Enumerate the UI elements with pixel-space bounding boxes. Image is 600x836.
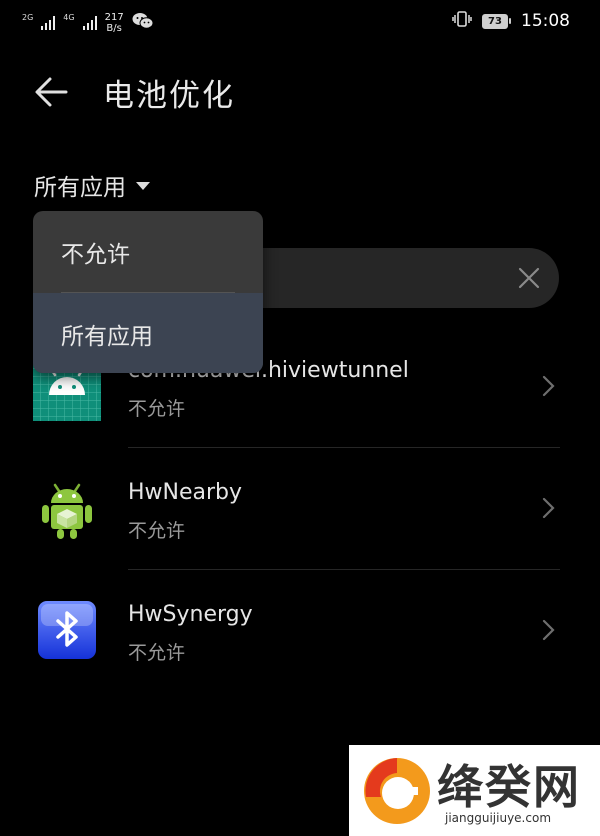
back-button[interactable] — [30, 70, 74, 114]
chevron-right-icon — [540, 496, 556, 520]
battery-level: 73 — [482, 13, 508, 29]
network-type-2: 4G — [63, 12, 75, 22]
menu-item-not-allowed[interactable]: 不允许 — [33, 211, 263, 292]
network-type-1: 2G — [22, 12, 34, 22]
app-name: HwSynergy — [128, 602, 253, 627]
caret-down-icon — [136, 182, 150, 190]
filter-dropdown[interactable]: 所有应用 — [34, 168, 150, 202]
menu-item-all-apps[interactable]: 所有应用 — [33, 293, 263, 373]
page-title: 电池优化 — [103, 78, 235, 114]
back-arrow-icon — [35, 77, 68, 107]
app-status: 不允许 — [128, 520, 186, 542]
watermark-logo-icon — [361, 753, 433, 833]
filter-menu: 不允许 所有应用 — [33, 211, 263, 373]
network-speed: 217 B/s — [105, 12, 124, 34]
status-bar-left: 2G 4G 217 B/s — [22, 8, 154, 38]
bluetooth-icon — [33, 597, 101, 665]
battery-icon: 73 — [482, 13, 511, 29]
network-speed-value: 217 — [104, 12, 124, 23]
app-status: 不允许 — [128, 642, 186, 664]
network-speed-unit: B/s — [106, 23, 122, 34]
list-item[interactable]: HwNearby 不允许 — [0, 447, 600, 569]
signal-icon — [82, 16, 97, 30]
vibrate-icon — [452, 10, 472, 32]
watermark-title: 绛癸网 — [437, 760, 581, 814]
clock: 15:08 — [521, 11, 570, 31]
status-bar-right: 73 15:08 — [452, 10, 570, 32]
chevron-right-icon — [540, 618, 556, 642]
filter-label: 所有应用 — [34, 175, 126, 201]
android-box-icon — [33, 475, 101, 543]
signal-icon — [41, 16, 56, 30]
app-status: 不允许 — [128, 398, 186, 420]
wechat-icon — [132, 12, 154, 34]
list-item[interactable]: HwSynergy 不允许 — [0, 569, 600, 691]
clear-search-button[interactable] — [515, 264, 543, 292]
app-name: HwNearby — [128, 480, 243, 505]
chevron-right-icon — [540, 374, 556, 398]
watermark: 绛癸网 jiangguijiuye.com — [349, 745, 600, 836]
watermark-url: jiangguijiuye.com — [445, 811, 552, 825]
close-icon — [518, 267, 540, 289]
